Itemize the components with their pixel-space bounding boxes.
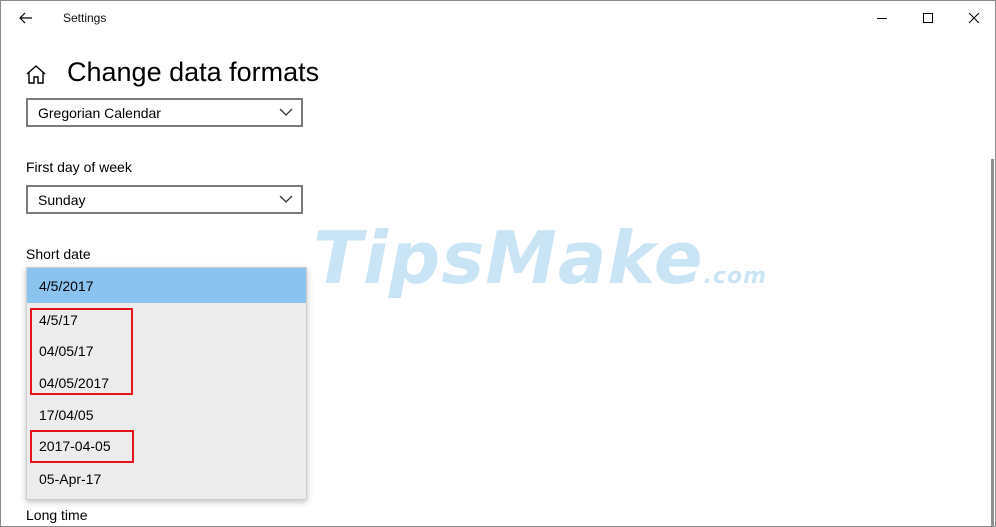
minimize-button[interactable] <box>859 1 905 35</box>
highlight-box <box>30 430 134 463</box>
chevron-down-icon <box>279 195 293 203</box>
back-button[interactable] <box>7 3 45 33</box>
maximize-icon <box>923 13 933 23</box>
page-title: Change data formats <box>67 57 320 87</box>
calendar-combo[interactable]: Gregorian Calendar <box>26 98 303 127</box>
settings-window: Settings Change data formats Gregorian C… <box>0 0 996 527</box>
maximize-button[interactable] <box>905 1 951 35</box>
home-icon[interactable] <box>24 63 48 87</box>
title-bar: Settings <box>1 1 995 35</box>
highlight-box <box>30 308 133 395</box>
calendar-value: Gregorian Calendar <box>38 105 161 121</box>
short-date-option[interactable]: 05-Apr-17 <box>27 463 306 495</box>
vertical-scrollbar[interactable] <box>991 159 994 526</box>
minimize-icon <box>877 18 887 19</box>
short-date-option[interactable]: 17/04/05 <box>27 399 306 431</box>
short-date-dropdown-list: 4/5/2017 4/5/17 04/05/17 04/05/2017 17/0… <box>26 267 307 500</box>
first-day-of-week-label: First day of week <box>26 159 132 175</box>
short-date-label: Short date <box>26 246 91 262</box>
chevron-down-icon <box>279 108 293 116</box>
first-day-of-week-combo[interactable]: Sunday <box>26 185 303 214</box>
short-date-option-selected[interactable]: 4/5/2017 <box>27 268 306 303</box>
back-arrow-icon <box>19 12 32 24</box>
long-time-label: Long time <box>26 507 88 523</box>
window-title: Settings <box>63 11 107 25</box>
tipsmake-watermark: TipsMake.com <box>313 216 767 300</box>
first-day-of-week-value: Sunday <box>38 192 86 208</box>
close-button[interactable] <box>951 1 995 35</box>
watermark-text: TipsMake <box>313 216 704 300</box>
close-icon <box>968 12 980 24</box>
watermark-suffix: .com <box>703 264 768 289</box>
